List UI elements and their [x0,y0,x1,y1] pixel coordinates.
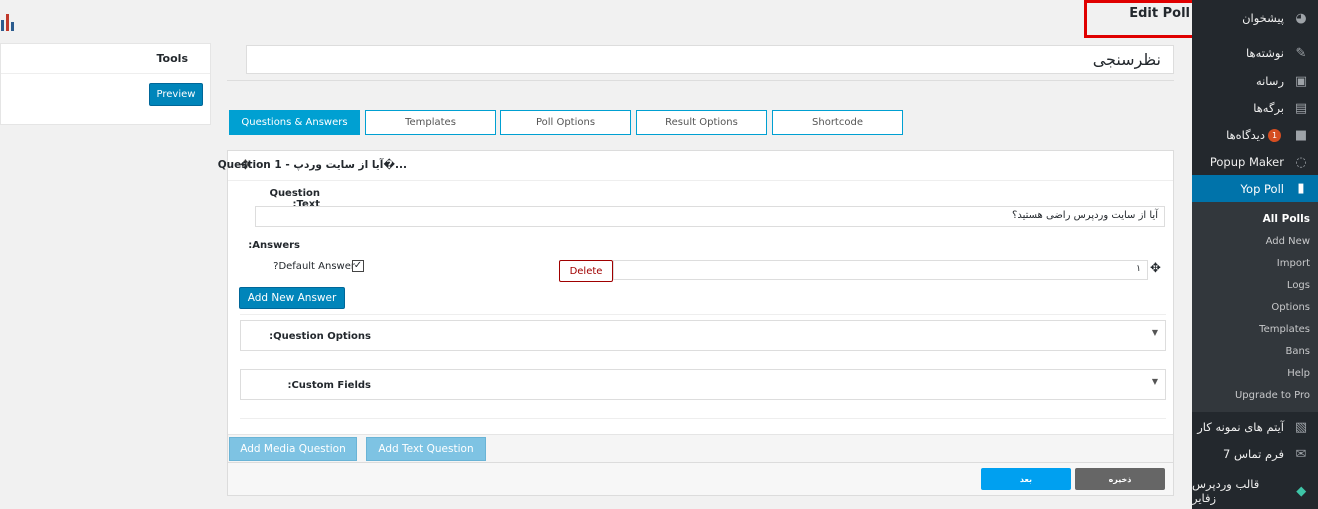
save-button[interactable]: ذخیره [1075,468,1165,490]
submenu-bans[interactable]: Bans [1285,346,1310,357]
submenu-import[interactable]: Import [1277,258,1310,269]
delete-answer-button[interactable]: Delete [559,260,613,282]
chevron-down-icon[interactable]: ▼ [1152,377,1158,386]
submenu-upgrade-to-pro[interactable]: Upgrade to Pro [1235,390,1310,401]
answer-value: ۱ [1136,264,1141,274]
submenu-templates[interactable]: Templates [1259,324,1310,335]
poll-chart-icon: ▮ [1297,181,1305,196]
add-new-answer-button[interactable]: Add New Answer [239,287,345,309]
menu-zephyr-theme[interactable]: قالب وردپرس زفایر ◆ [1192,473,1318,509]
admin-sidebar: پیشخوان ◕ نوشته‌ها ✎ رسانه ▣ برگه‌ها ▤ د… [1192,0,1318,509]
question-text-value: آیا از سایت وردپرس راضی هستید؟ [1012,210,1158,221]
tab-shortcode[interactable]: Shortcode [772,110,903,135]
submenu-help[interactable]: Help [1287,368,1310,379]
tab-questions-answers[interactable]: Questions & Answers [229,110,360,135]
tab-templates[interactable]: Templates [365,110,496,135]
pages-icon: ▤ [1294,100,1308,116]
menu-contact-form[interactable]: فرم تماس 7 ✉ [1192,436,1318,472]
poll-title-value: نظرسنجی [1092,50,1161,69]
menu-zephyr-theme-label: قالب وردپرس زفایر [1192,477,1260,505]
tab-result-options[interactable]: Result Options [636,110,767,135]
tools-panel: Tools Preview [0,43,211,125]
next-button[interactable]: بعد [981,468,1071,490]
menu-yop-poll-label: Yop Poll [1240,181,1284,196]
answer-move-icon[interactable]: ✥ [1150,261,1161,276]
menu-posts-label: نوشته‌ها [1246,46,1284,60]
default-answer-checkbox[interactable]: ✓ [352,260,364,272]
menu-pages-label: برگه‌ها [1253,101,1284,115]
portfolio-icon: ▧ [1294,419,1308,435]
answers-label: Answers: [248,240,300,251]
preview-button[interactable]: Preview [149,83,203,106]
add-text-question-button[interactable]: Add Text Question [366,437,486,461]
diamond-icon: ◆ [1296,483,1307,499]
yop-poll-submenu: All Polls Add New Import Logs Options Te… [1192,202,1318,412]
question-header: ✥ Question 1 - آیا از سایت وردپ�... [218,151,1173,181]
mail-icon: ✉ [1295,446,1307,462]
custom-fields-label: Custom Fields: [287,380,371,391]
poll-title-input[interactable]: نظرسنجی [246,45,1174,74]
submenu-logs[interactable]: Logs [1287,280,1310,291]
tab-poll-options[interactable]: Poll Options [500,110,631,135]
menu-dashboard[interactable]: پیشخوان ◕ [1192,0,1318,36]
menu-dashboard-label: پیشخوان [1242,11,1284,25]
submenu-all-polls[interactable]: All Polls [1263,213,1310,225]
comments-count-badge: 1 [1268,128,1281,142]
question-text-input[interactable]: آیا از سایت وردپرس راضی هستید؟ [255,206,1165,227]
submenu-options[interactable]: Options [1271,302,1310,313]
page-title: Edit Poll [1129,6,1190,21]
menu-yop-poll[interactable]: Yop Poll ▮ [1192,175,1318,202]
question-options-section[interactable]: Question Options: ▼ [240,320,1166,351]
question-options-label: Question Options: [269,331,371,342]
question-header-text: Question 1 - آیا از سایت وردپ�... [217,159,407,171]
submenu-add-new[interactable]: Add New [1266,236,1310,247]
comments-icon: ■ [1294,127,1308,143]
media-icon: ▣ [1294,73,1308,89]
add-media-question-button[interactable]: Add Media Question [229,437,357,461]
dashboard-icon: ◕ [1295,10,1307,26]
poll-logo-icon [0,10,14,32]
chevron-down-icon[interactable]: ▼ [1152,328,1158,337]
default-answer-label: Default Answer? [273,261,355,272]
pin-icon: ✎ [1295,45,1307,61]
question-panel: ✥ Question 1 - آیا از سایت وردپ�... Ques… [218,150,1174,462]
popup-maker-icon: ◌ [1295,154,1307,170]
custom-fields-section[interactable]: Custom Fields: ▼ [240,369,1166,400]
answer-input[interactable]: ۱ [613,260,1148,280]
menu-portfolio-label: آیتم های نمونه کار [1197,420,1284,434]
tools-title: Tools [156,52,188,65]
menu-contact-form-label: فرم تماس 7 [1223,447,1284,461]
menu-popup-maker-label: Popup Maker [1209,155,1284,169]
menu-comments-label: دیدگاه‌ها [1226,128,1265,142]
menu-media-label: رسانه [1255,74,1284,88]
